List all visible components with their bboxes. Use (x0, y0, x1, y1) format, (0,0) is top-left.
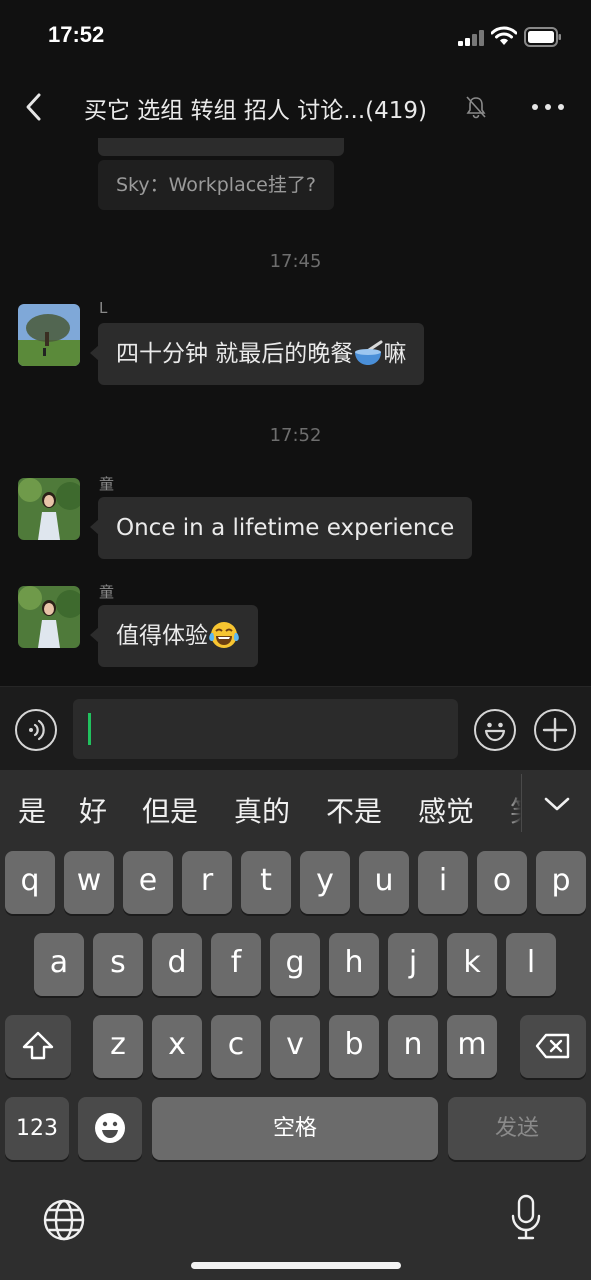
keyboard: 是 好 但是 真的 不是 感觉 笑 q w e r t y u i o p a … (0, 770, 591, 1280)
key-z[interactable]: z (93, 1015, 143, 1078)
key-p[interactable]: p (536, 851, 586, 914)
key-m[interactable]: m (447, 1015, 497, 1078)
message-text: 四十分钟 就最后的晚餐 (116, 341, 354, 367)
candidate-word[interactable]: 但是 (142, 790, 198, 830)
key-d[interactable]: d (152, 933, 202, 996)
candidate-fade (505, 770, 521, 850)
key-g[interactable]: g (270, 933, 320, 996)
message-input[interactable] (73, 699, 458, 759)
send-key[interactable]: 发送 (448, 1097, 586, 1160)
emoji-key-icon (95, 1113, 125, 1143)
chat-messages[interactable]: Sky：Workplace挂了? 17:45 L 四十分钟 就最后的晚餐 嘛 1… (0, 138, 591, 686)
battery-icon (524, 27, 561, 47)
key-k[interactable]: k (447, 933, 497, 996)
key-j[interactable]: j (388, 933, 438, 996)
message-bubble[interactable]: 值得体验 (90, 605, 258, 667)
message-text: Once in a lifetime experience (116, 515, 455, 541)
candidate-word[interactable]: 是 (18, 790, 46, 830)
more-icon[interactable] (530, 102, 566, 112)
key-e[interactable]: e (123, 851, 173, 914)
key-a[interactable]: a (34, 933, 84, 996)
timestamp: 17:45 (269, 251, 322, 272)
sender-name: 童 (99, 583, 115, 601)
candidate-divider (521, 774, 522, 832)
back-icon[interactable] (22, 92, 46, 122)
shift-key[interactable] (5, 1015, 71, 1078)
system-message: Sky：Workplace挂了? (98, 160, 334, 210)
wifi-icon (491, 26, 517, 45)
status-bar: 17:52 (0, 0, 591, 76)
chevron-down-icon[interactable] (544, 796, 570, 812)
key-h[interactable]: h (329, 933, 379, 996)
message-bubble[interactable]: Once in a lifetime experience (89, 497, 473, 559)
key-u[interactable]: u (359, 851, 409, 914)
key-f[interactable]: f (211, 933, 261, 996)
key-t[interactable]: t (241, 851, 291, 914)
key-v[interactable]: v (270, 1015, 320, 1078)
cellular-signal-icon (458, 30, 486, 46)
avatar[interactable] (18, 586, 80, 648)
key-x[interactable]: x (152, 1015, 202, 1078)
avatar[interactable] (18, 478, 80, 540)
key-c[interactable]: c (211, 1015, 261, 1078)
key-w[interactable]: w (64, 851, 114, 914)
bowl-with-spoon-emoji (355, 340, 383, 365)
plus-icon[interactable] (534, 709, 576, 751)
backspace-key[interactable] (520, 1015, 586, 1078)
emoji-key[interactable] (78, 1097, 142, 1160)
status-time: 17:52 (48, 22, 105, 47)
key-l[interactable]: l (506, 933, 556, 996)
message-bubble-partial[interactable] (98, 138, 344, 156)
candidate-word[interactable]: 真的 (234, 790, 290, 830)
backspace-icon (535, 1033, 570, 1059)
candidate-word[interactable]: 不是 (326, 790, 382, 830)
message-bubble[interactable]: 四十分钟 就最后的晚餐 嘛 (89, 323, 425, 385)
microphone-icon[interactable] (510, 1194, 542, 1242)
candidate-word[interactable]: 好 (79, 790, 107, 830)
message-text: 值得体验 (116, 623, 208, 649)
home-indicator (191, 1262, 401, 1269)
key-y[interactable]: y (300, 851, 350, 914)
key-r[interactable]: r (182, 851, 232, 914)
sender-name: 童 (99, 475, 115, 493)
tears-of-joy-emoji (209, 621, 239, 648)
candidate-word[interactable]: 感觉 (418, 790, 474, 830)
emoji-icon[interactable] (474, 709, 516, 751)
chat-title: 买它 选组 转组 招人 讨论...(419) (84, 98, 428, 124)
voice-icon[interactable] (15, 709, 57, 751)
key-i[interactable]: i (418, 851, 468, 914)
globe-icon[interactable] (42, 1198, 86, 1242)
shift-arrow-icon (22, 1031, 54, 1060)
key-s[interactable]: s (93, 933, 143, 996)
sender-name: L (99, 299, 108, 317)
candidate-bar: 是 好 但是 真的 不是 感觉 笑 (0, 770, 591, 850)
mute-bell-icon (466, 96, 486, 119)
key-b[interactable]: b (329, 1015, 379, 1078)
input-bar (0, 686, 591, 770)
timestamp: 17:52 (269, 425, 322, 446)
key-n[interactable]: n (388, 1015, 438, 1078)
space-key[interactable]: 空格 (152, 1097, 438, 1160)
numbers-key[interactable]: 123 (5, 1097, 69, 1160)
chat-header: 买它 选组 转组 招人 讨论...(419) (0, 76, 591, 138)
message-text-tail: 嘛 (383, 341, 407, 367)
key-q[interactable]: q (5, 851, 55, 914)
key-o[interactable]: o (477, 851, 527, 914)
avatar[interactable] (18, 304, 80, 366)
text-caret (88, 713, 91, 745)
